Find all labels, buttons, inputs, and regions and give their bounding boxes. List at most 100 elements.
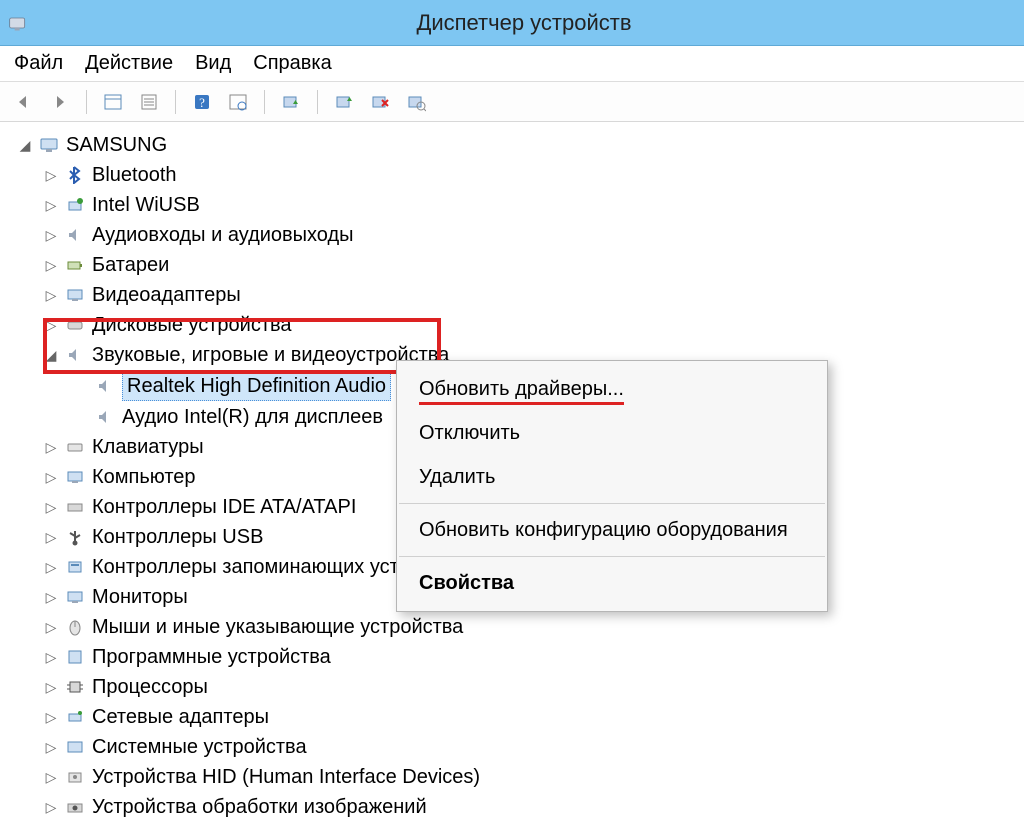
tree-item[interactable]: ▷Дисковые устройства — [44, 310, 1020, 340]
device-tree[interactable]: ◢ SAMSUNG ▷Bluetooth ▷Intel WiUSB ▷Аудио… — [0, 122, 1024, 830]
tree-item-label: Intel WiUSB — [92, 191, 200, 219]
expand-icon[interactable]: ▷ — [44, 440, 58, 454]
monitor-icon — [64, 586, 86, 608]
ctx-item-label: Обновить драйверы... — [419, 378, 624, 405]
ctx-disable[interactable]: Отключить — [397, 411, 827, 455]
window-title: Диспетчер устройств — [30, 10, 1018, 36]
menu-help[interactable]: Справка — [253, 52, 331, 75]
imaging-device-icon — [64, 796, 86, 818]
expand-icon[interactable]: ▷ — [44, 680, 58, 694]
properties-button[interactable] — [135, 88, 163, 116]
expand-icon[interactable]: ▷ — [44, 288, 58, 302]
wiusb-icon — [64, 194, 86, 216]
scan-button[interactable] — [224, 88, 252, 116]
tree-item-label: Устройства обработки изображений — [92, 793, 427, 821]
usb-icon — [64, 526, 86, 548]
toolbar-separator — [175, 90, 176, 114]
context-menu: Обновить драйверы... Отключить Удалить О… — [396, 360, 828, 612]
expand-icon[interactable]: ▷ — [44, 228, 58, 242]
battery-icon — [64, 254, 86, 276]
tree-root[interactable]: ◢ SAMSUNG — [18, 130, 1020, 160]
expand-icon[interactable]: ▷ — [44, 710, 58, 724]
collapse-icon[interactable]: ◢ — [18, 138, 32, 152]
tree-item[interactable]: ▷ Батареи — [44, 250, 1020, 280]
scan-hardware-button[interactable] — [402, 88, 430, 116]
update-driver-button[interactable] — [277, 88, 305, 116]
ctx-properties[interactable]: Свойства — [397, 561, 827, 605]
uninstall-button[interactable] — [366, 88, 394, 116]
tree-item-label: Мыши и иные указывающие устройства — [92, 613, 463, 641]
tree-item-label: Процессоры — [92, 673, 208, 701]
speaker-icon — [94, 406, 116, 428]
tree-item-label: Аудио Intel(R) для дисплеев — [122, 403, 383, 431]
ctx-separator — [399, 556, 825, 557]
tree-item[interactable]: ▷ Мыши и иные указывающие устройства — [44, 612, 1020, 642]
tree-item[interactable]: ▷ Intel WiUSB — [44, 190, 1020, 220]
tree-item-label: Видеоадаптеры — [92, 281, 241, 309]
tree-item-label: Клавиатуры — [92, 433, 204, 461]
expand-icon[interactable]: ▷ — [44, 650, 58, 664]
tree-item-label: Сетевые адаптеры — [92, 703, 269, 731]
computer-icon — [38, 134, 60, 156]
toolbar-separator — [264, 90, 265, 114]
menu-view[interactable]: Вид — [195, 52, 231, 75]
tree-item[interactable]: ▷ Видеоадаптеры — [44, 280, 1020, 310]
software-device-icon — [64, 646, 86, 668]
expand-icon[interactable]: ▷ — [44, 470, 58, 484]
tree-item[interactable]: ▷Аудиовходы и аудиовыходы — [44, 220, 1020, 250]
mouse-icon — [64, 616, 86, 638]
expand-icon[interactable]: ▷ — [44, 740, 58, 754]
tree-root-label: SAMSUNG — [66, 131, 167, 159]
expand-icon[interactable]: ▷ — [44, 560, 58, 574]
expand-icon[interactable]: ▷ — [44, 500, 58, 514]
tree-item[interactable]: ▷Программные устройства — [44, 642, 1020, 672]
expand-icon[interactable]: ▷ — [44, 168, 58, 182]
tree-item[interactable]: ▷ Системные устройства — [44, 732, 1020, 762]
tree-item[interactable]: ▷ Процессоры — [44, 672, 1020, 702]
expand-icon[interactable]: ▷ — [44, 770, 58, 784]
tree-item-label: Контроллеры USB — [92, 523, 263, 551]
collapse-icon[interactable]: ◢ — [44, 348, 58, 362]
expand-icon[interactable]: ▷ — [44, 318, 58, 332]
expand-icon[interactable]: ▷ — [44, 590, 58, 604]
bluetooth-icon — [64, 164, 86, 186]
ctx-delete[interactable]: Удалить — [397, 455, 827, 499]
help-button[interactable]: ? — [188, 88, 216, 116]
tree-item[interactable]: ▷ Сетевые адаптеры — [44, 702, 1020, 732]
speaker-icon — [64, 344, 86, 366]
network-adapter-icon — [64, 706, 86, 728]
ctx-update-drivers[interactable]: Обновить драйверы... — [397, 367, 827, 411]
audio-io-icon — [64, 224, 86, 246]
tree-item-label: Bluetooth — [92, 161, 177, 189]
toolbar-separator — [317, 90, 318, 114]
tree-item-label: Батареи — [92, 251, 169, 279]
menu-file[interactable]: Файл — [14, 52, 63, 75]
ctx-rescan[interactable]: Обновить конфигурацию оборудования — [397, 508, 827, 552]
ide-icon — [64, 496, 86, 518]
back-button[interactable] — [10, 88, 38, 116]
ctx-separator — [399, 503, 825, 504]
svg-text:?: ? — [199, 95, 205, 110]
ctx-item-label: Удалить — [419, 466, 495, 488]
disk-icon — [64, 314, 86, 336]
expand-icon[interactable]: ▷ — [44, 530, 58, 544]
tree-item[interactable]: ▷Устройства HID (Human Interface Devices… — [44, 762, 1020, 792]
keyboard-icon — [64, 436, 86, 458]
system-device-icon — [64, 736, 86, 758]
tree-item[interactable]: ▷ Устройства обработки изображений — [44, 792, 1020, 822]
tree-item-label: Системные устройства — [92, 733, 307, 761]
expand-icon[interactable]: ▷ — [44, 258, 58, 272]
show-hidden-button[interactable] — [99, 88, 127, 116]
expand-icon[interactable]: ▷ — [44, 620, 58, 634]
forward-button[interactable] — [46, 88, 74, 116]
expand-icon[interactable]: ▷ — [44, 198, 58, 212]
tree-item-label: Компьютер — [92, 463, 196, 491]
ctx-item-label: Свойства — [419, 572, 514, 594]
menu-action[interactable]: Действие — [85, 52, 173, 75]
app-icon — [6, 11, 30, 35]
expand-icon[interactable]: ▷ — [44, 800, 58, 814]
enable-button[interactable] — [330, 88, 358, 116]
tree-item-label: Мониторы — [92, 583, 188, 611]
tree-item[interactable]: ▷ Bluetooth — [44, 160, 1020, 190]
speaker-icon — [94, 375, 116, 397]
